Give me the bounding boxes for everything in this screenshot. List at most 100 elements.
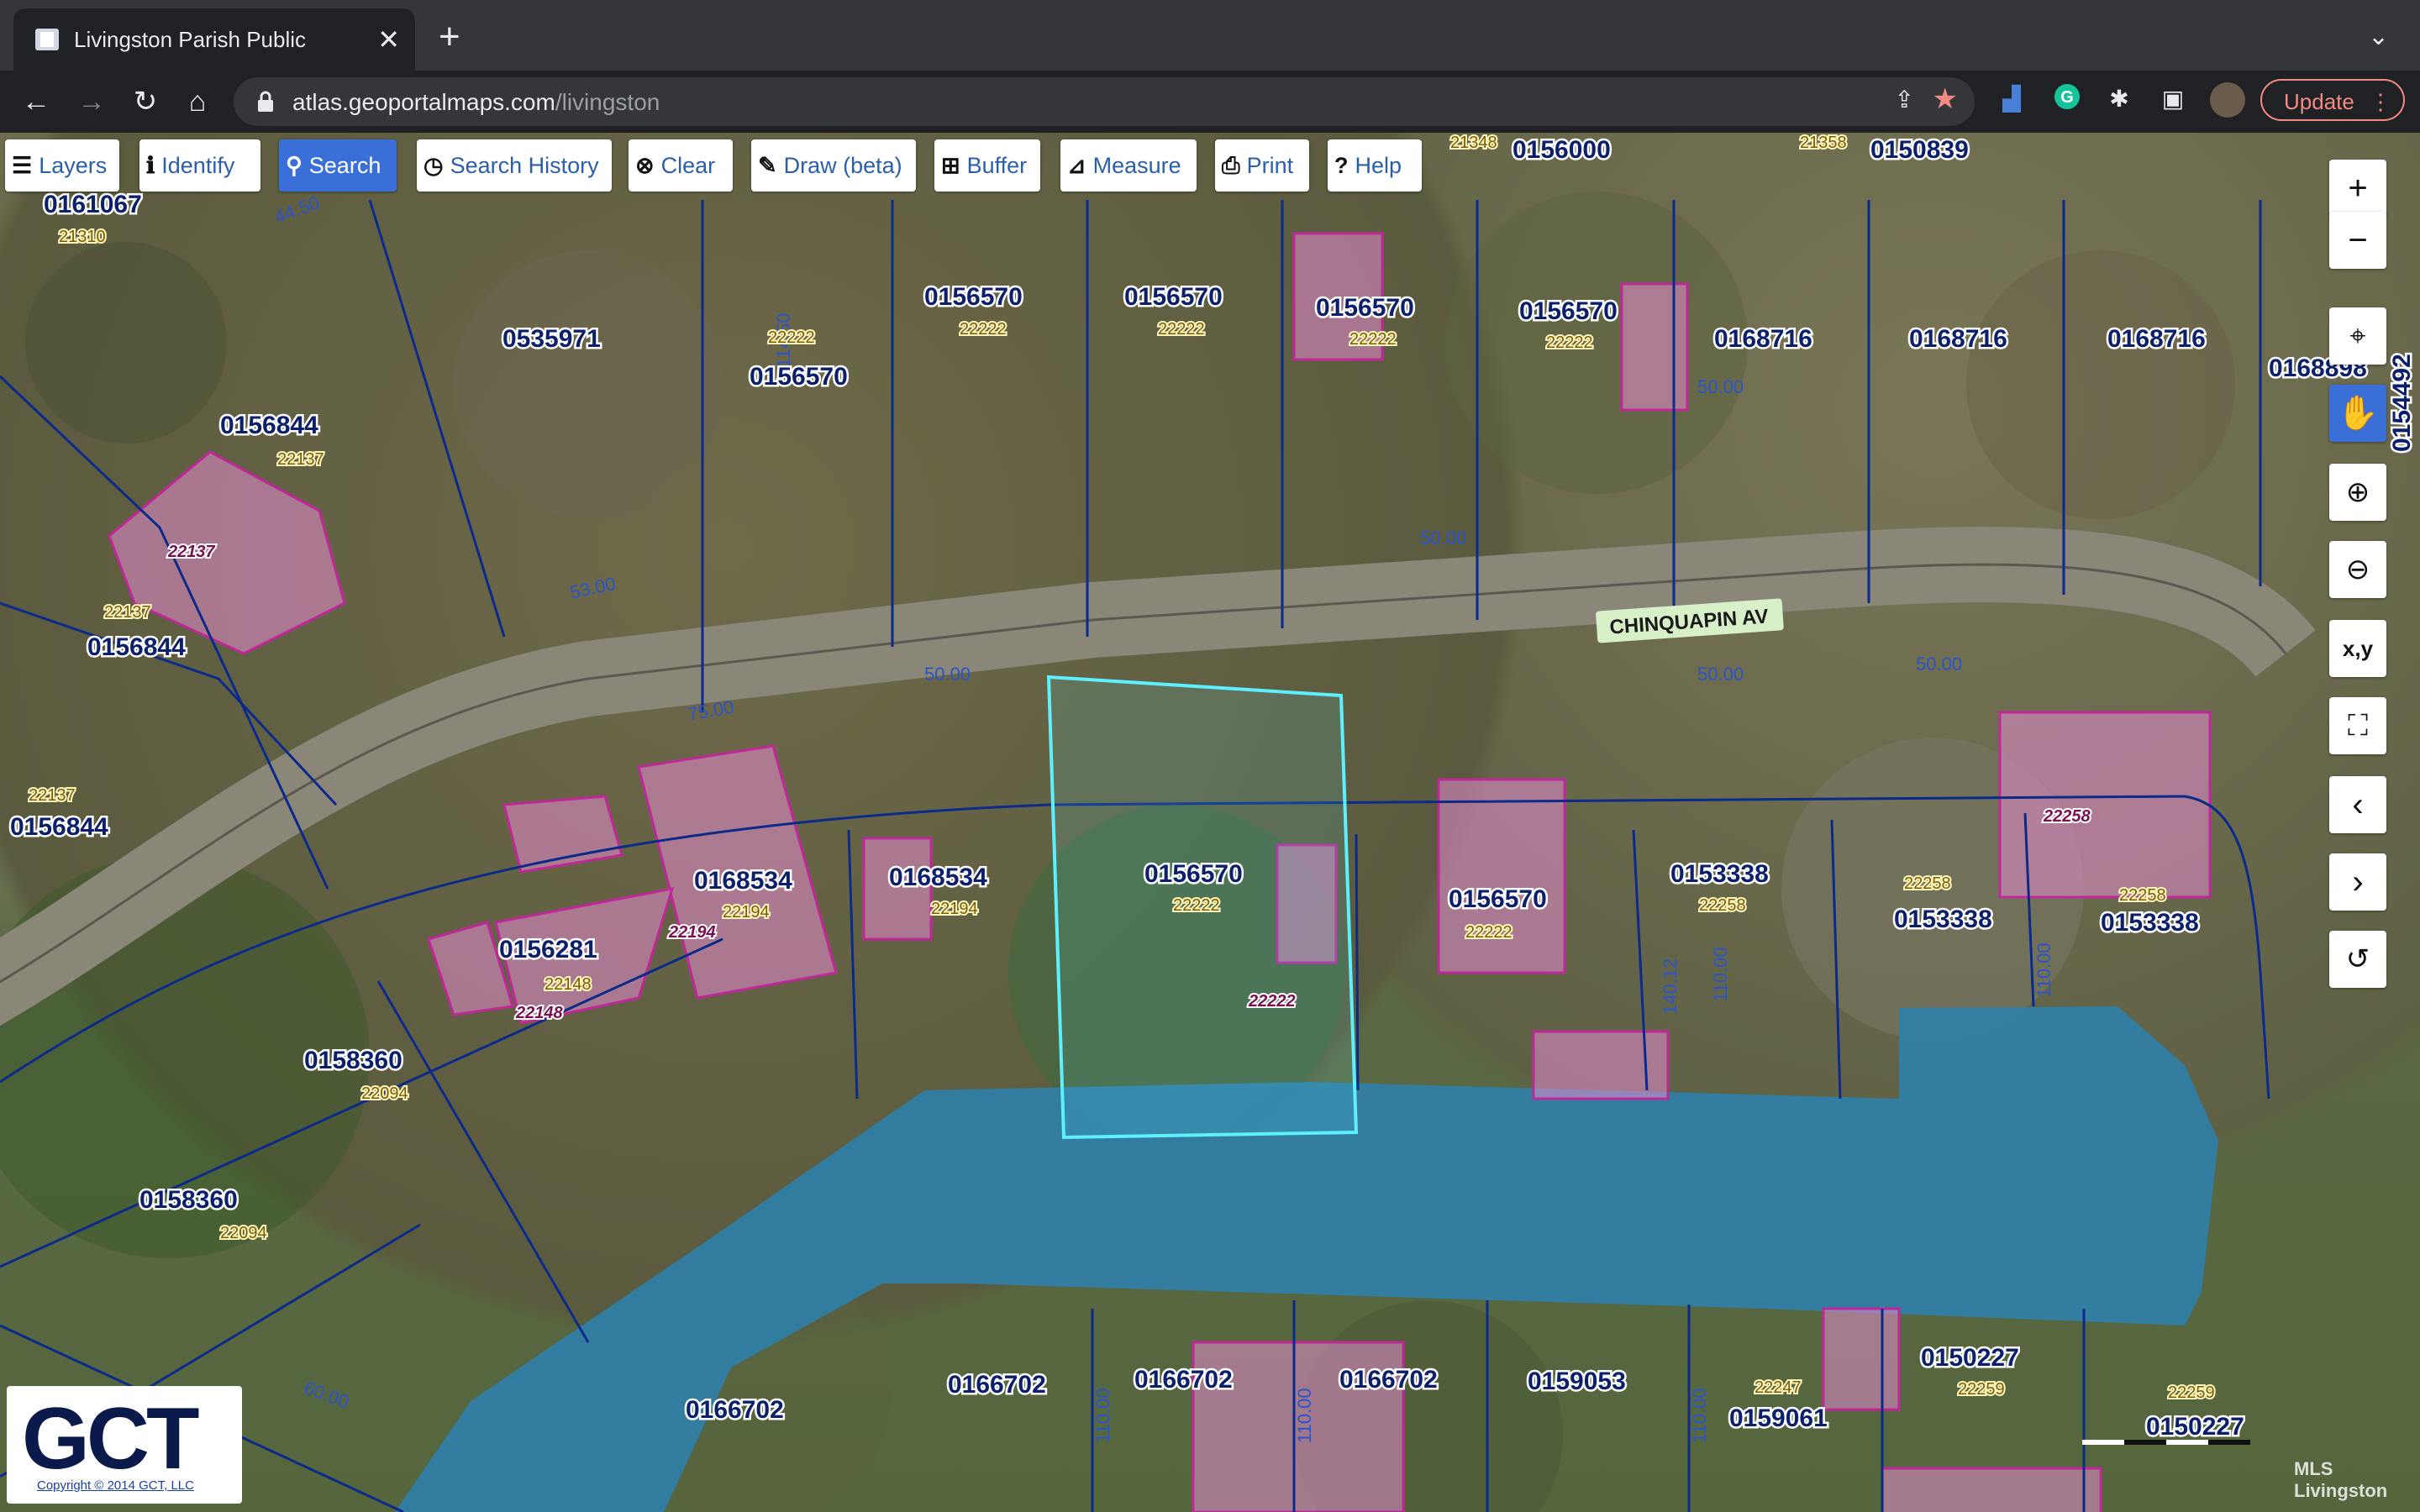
search-icon: ⚲ bbox=[286, 153, 302, 178]
measure-button[interactable]: ⊿ Measure bbox=[1060, 139, 1197, 192]
svg-text:110.00: 110.00 bbox=[1689, 1388, 1710, 1443]
browser-tab[interactable]: Livingston Parish Public ✕ bbox=[13, 8, 415, 71]
buffer-button[interactable]: ⊞ Buffer bbox=[934, 139, 1040, 192]
previous-extent-icon[interactable]: ‹ bbox=[2329, 776, 2386, 833]
parcel-label: 0156570 bbox=[924, 283, 1023, 311]
lock-icon bbox=[258, 91, 273, 112]
parcel-label: 0168534 bbox=[889, 864, 987, 891]
address-label: 22258 bbox=[1699, 896, 1746, 915]
share-icon[interactable]: ⇪ bbox=[1895, 86, 1914, 113]
svg-text:44.50: 44.50 bbox=[271, 192, 322, 227]
full-extent-icon[interactable]: ⛶ bbox=[2329, 697, 2386, 754]
parcel-label: 0168716 bbox=[1714, 325, 1812, 353]
svg-text:53.00: 53.00 bbox=[568, 573, 618, 603]
forward-button[interactable]: → bbox=[72, 82, 111, 121]
address-label: 22222 bbox=[1349, 330, 1397, 349]
address-label: 22222 bbox=[768, 328, 815, 347]
svg-text:110.00: 110.00 bbox=[2033, 942, 2054, 998]
update-button[interactable]: Update ⋮ bbox=[2260, 79, 2405, 121]
bookmark-star-icon[interactable]: ★ bbox=[1933, 82, 1958, 116]
zoom-in-button[interactable]: + bbox=[2329, 160, 2386, 217]
address-label: 22137 bbox=[104, 603, 151, 622]
svg-text:50.00: 50.00 bbox=[1697, 664, 1744, 685]
side-panel-icon[interactable]: ▣ bbox=[2156, 82, 2190, 116]
parcel-label: 0166702 bbox=[686, 1396, 784, 1424]
address-label: 22258 bbox=[2119, 886, 2166, 905]
tab-search-chevron-icon[interactable]: ⌄ bbox=[2368, 22, 2389, 51]
xy-coordinate-button[interactable]: x,y bbox=[2329, 620, 2386, 677]
address-label: 22222 bbox=[1158, 320, 1205, 339]
address-label: 22222 bbox=[960, 320, 1007, 339]
address-bar[interactable]: atlas.geoportalmaps.com/livingston ⇪ ★ bbox=[234, 77, 1975, 126]
browser-chrome: Livingston Parish Public ✕ + ⌄ ← → ↻ ⌂ a… bbox=[0, 0, 2420, 133]
parcel-label: 0156570 bbox=[750, 363, 848, 391]
address-label: 21310 bbox=[59, 228, 106, 246]
zoom-out-box-icon[interactable]: ⊖ bbox=[2329, 541, 2386, 598]
address-label: 22222 bbox=[1465, 923, 1512, 942]
zoom-out-button[interactable]: − bbox=[2329, 212, 2386, 269]
profile-avatar[interactable] bbox=[2210, 82, 2245, 118]
address-label: 22094 bbox=[361, 1084, 408, 1103]
parcel-label: 0156570 bbox=[1449, 885, 1547, 913]
extension-chart-icon[interactable]: ▟ bbox=[1995, 82, 2028, 116]
parcel-label: 0166702 bbox=[948, 1371, 1046, 1399]
address-label: 22259 bbox=[1958, 1380, 2005, 1399]
page-favicon-icon bbox=[35, 29, 59, 50]
search-history-button[interactable]: ◷ Search History bbox=[417, 139, 612, 192]
address-label: 22148 bbox=[544, 975, 592, 994]
buffer-icon: ⊞ bbox=[941, 153, 960, 178]
extensions-puzzle-icon[interactable]: ✱ bbox=[2102, 82, 2136, 116]
clear-button[interactable]: ⊗ Clear bbox=[629, 139, 733, 192]
back-button[interactable]: ← bbox=[17, 82, 55, 121]
pan-hand-icon[interactable]: ✋ bbox=[2329, 385, 2386, 442]
draw-button[interactable]: ✎ Draw (beta) bbox=[751, 139, 916, 192]
reload-button[interactable]: ↻ bbox=[126, 82, 165, 121]
refresh-icon[interactable]: ↺ bbox=[2329, 931, 2386, 988]
identify-label: Identify bbox=[161, 153, 235, 178]
map-canvas[interactable]: CHINQUAPIN AV 53.00 50.00 75.00 50.00 50… bbox=[0, 133, 2420, 1512]
help-button[interactable]: ? Help bbox=[1328, 139, 1422, 192]
parcel-label: 0156844 bbox=[220, 412, 318, 439]
parcel-label: 0150839 bbox=[1870, 136, 1969, 164]
parcel-label: 0158360 bbox=[139, 1186, 238, 1214]
parcel-label: 0156844 bbox=[10, 813, 108, 841]
address-label: 21358 bbox=[1800, 134, 1847, 152]
svg-text:140.12: 140.12 bbox=[1660, 958, 1681, 1015]
parcel-map[interactable]: CHINQUAPIN AV 53.00 50.00 75.00 50.00 50… bbox=[0, 133, 2420, 1512]
layers-button[interactable]: ☰ Layers bbox=[5, 139, 119, 192]
search-history-label: Search History bbox=[450, 153, 599, 178]
tab-title: Livingston Parish Public bbox=[74, 27, 307, 52]
address-label: 22247 bbox=[1754, 1378, 1802, 1397]
home-button[interactable]: ⌂ bbox=[178, 82, 217, 121]
parcel-label: 0166702 bbox=[1134, 1366, 1233, 1394]
url-host: atlas.geoportalmaps.com bbox=[292, 89, 555, 115]
copyright-link[interactable]: Copyright © 2014 GCT, LLC bbox=[37, 1478, 194, 1493]
address-label: 22137 bbox=[167, 543, 215, 561]
new-tab-button[interactable]: + bbox=[439, 18, 460, 55]
print-button[interactable]: ⎙ Print bbox=[1215, 139, 1309, 192]
tab-close-icon[interactable]: ✕ bbox=[377, 24, 400, 55]
address-label: 21348 bbox=[1450, 134, 1497, 152]
help-label: Help bbox=[1355, 153, 1402, 178]
parcel-label: 0158360 bbox=[304, 1047, 402, 1074]
parcel-label: 0166702 bbox=[1339, 1366, 1438, 1394]
address-label: 22137 bbox=[29, 786, 76, 805]
menu-dots-icon[interactable]: ⋮ bbox=[2370, 81, 2391, 123]
info-icon: ℹ bbox=[146, 153, 155, 178]
next-extent-icon[interactable]: › bbox=[2329, 853, 2386, 911]
zoom-in-box-icon[interactable]: ⊕ bbox=[2329, 464, 2386, 521]
address-label: 22258 bbox=[2043, 807, 2091, 826]
question-icon: ? bbox=[1334, 153, 1349, 178]
search-button[interactable]: ⚲ Search bbox=[279, 139, 397, 192]
grammarly-extension-icon[interactable]: G bbox=[2050, 82, 2084, 116]
identify-button[interactable]: ℹ Identify bbox=[139, 139, 260, 192]
svg-text:50.00: 50.00 bbox=[1697, 376, 1744, 397]
address-label: 22094 bbox=[220, 1224, 267, 1242]
address-label: 22148 bbox=[515, 1004, 563, 1022]
parcel-label: 0156570 bbox=[1316, 294, 1414, 322]
parcel-label: 0156281 bbox=[499, 936, 597, 963]
locate-crosshair-icon[interactable]: ⌖ bbox=[2329, 307, 2386, 365]
gct-logo[interactable]: GCT Copyright © 2014 GCT, LLC bbox=[7, 1386, 242, 1504]
url-text: atlas.geoportalmaps.com/livingston bbox=[292, 89, 660, 116]
layers-label: Layers bbox=[39, 153, 108, 178]
